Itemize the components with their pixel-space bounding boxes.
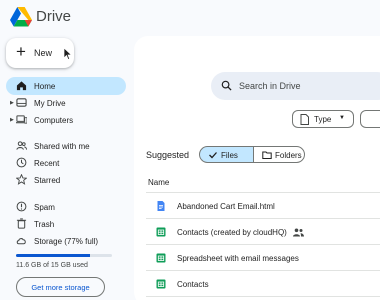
expand-caret-icon[interactable]: ▶ [10,100,14,106]
sidebar-item-label: Trash [34,220,55,229]
sidebar-item-label: Spam [34,203,55,212]
file-row[interactable]: Abandoned Cart Email.html [146,193,380,219]
file-row[interactable]: Contacts (created by cloudHQ) [146,219,380,245]
dropdown-arrow-icon: ▼ [339,115,345,121]
sidebar-item-label: Storage (77% full) [34,237,99,246]
google-sheets-icon [156,253,166,263]
sidebar-item-starred[interactable]: Starred [6,171,126,189]
file-name: Spreadsheet with email messages [177,254,299,263]
home-icon [16,81,27,91]
get-more-storage-label: Get more storage [31,283,90,292]
shared-people-icon [293,228,304,237]
mouse-pointer-icon [64,48,72,60]
search-placeholder: Search in Drive [239,81,301,91]
google-docs-icon [157,201,165,211]
sidebar-item-label: My Drive [34,99,66,108]
folder-icon [262,151,272,159]
name-column-header[interactable]: Name [148,178,169,187]
folders-toggle-label: Folders [275,151,302,160]
people-filter-chip[interactable] [360,110,380,128]
sidebar-item-label: Home [34,82,56,91]
my-drive-icon [16,98,27,107]
spam-icon [16,201,27,212]
files-toggle-label: Files [221,151,238,160]
files-toggle[interactable]: Files [199,146,253,163]
sidebar-item-storage[interactable]: Storage (77% full) [6,232,126,250]
storage-progress-fill [16,254,90,257]
file-type-icon [300,114,309,125]
shared-with-me-icon [16,141,27,150]
new-button-label: New [34,48,53,58]
get-more-storage-button[interactable]: Get more storage [16,277,105,297]
recent-icon [16,157,27,168]
plus-icon: + [16,42,26,61]
expand-caret-icon[interactable]: ▶ [10,117,14,123]
search-icon [221,80,232,91]
trash-icon [16,218,27,229]
computers-icon [16,115,27,124]
sidebar-item-label: Starred [34,176,61,185]
suggested-heading: Suggested [146,150,190,160]
file-name: Abandoned Cart Email.html [177,202,275,211]
app-title[interactable]: Drive [36,8,71,25]
checkmark-icon [209,152,217,159]
sidebar-item-my-drive[interactable]: ▶ My Drive [6,94,126,112]
file-row[interactable]: Spreadsheet with email messages [146,245,380,271]
sidebar-item-computers[interactable]: ▶ Computers [6,111,126,129]
google-sheets-icon [156,227,166,237]
sidebar-item-recent[interactable]: Recent [6,154,126,172]
file-row[interactable]: Contacts [146,271,380,297]
sidebar-item-label: Shared with me [34,142,90,151]
file-name: Contacts [177,280,209,289]
drive-logo-icon[interactable] [10,7,32,27]
storage-used-text: 11.6 GB of 15 GB used [16,262,88,269]
cloud-icon [16,238,26,245]
storage-progress-bar [16,254,112,257]
file-name: Contacts (created by cloudHQ) [177,228,287,237]
search-input[interactable]: Search in Drive [211,72,380,100]
top-bar: Drive [0,0,380,34]
folders-toggle[interactable]: Folders [253,146,305,163]
sidebar-item-home[interactable]: Home [6,77,126,95]
type-filter-label: Type [314,115,332,124]
sidebar-item-label: Recent [34,159,60,168]
sidebar-item-trash[interactable]: Trash [6,215,126,233]
sidebar-item-spam[interactable]: Spam [6,198,126,216]
star-icon [16,174,27,185]
sidebar-item-shared-with-me[interactable]: Shared with me [6,137,126,155]
type-filter-chip[interactable]: Type ▼ [292,110,354,128]
sidebar-item-label: Computers [34,116,74,125]
google-sheets-icon [156,279,166,289]
